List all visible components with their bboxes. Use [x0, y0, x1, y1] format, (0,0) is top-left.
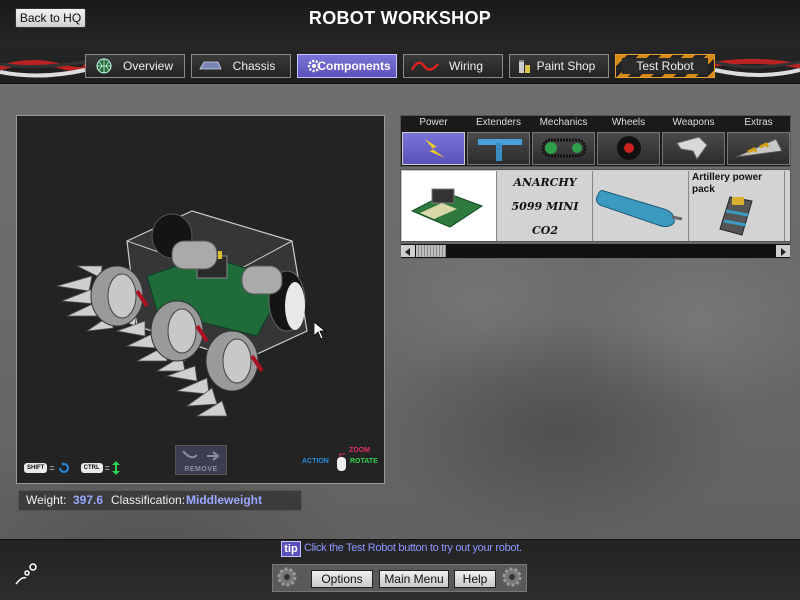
header-bar: Back to HQ ROBOT WORKSHOP Overview Chass… [0, 0, 800, 84]
classification-value: Middleweight [186, 493, 262, 507]
category-power[interactable]: Power [401, 116, 466, 166]
category-wheels[interactable]: Wheels [596, 116, 661, 166]
scroll-right-arrow-icon[interactable] [776, 245, 790, 257]
category-extras[interactable]: Extras [726, 116, 791, 166]
category-label: Extras [744, 117, 773, 128]
category-mechanics[interactable]: Mechanics [531, 116, 596, 166]
parts-scrollbar[interactable] [400, 243, 791, 259]
tip-text: Click the Test Robot button to try out y… [304, 542, 522, 554]
tab-label: Overview [122, 59, 173, 73]
tab-label: Components [317, 59, 391, 73]
wheel-icon [617, 136, 641, 160]
chain-drive-icon [541, 138, 587, 158]
remove-part-button[interactable]: REMOVE [175, 445, 227, 475]
classification-label: Classification: [111, 493, 186, 507]
circuit-board-icon [410, 188, 484, 228]
help-button[interactable]: Help [454, 570, 496, 588]
category-label: Wheels [611, 117, 646, 128]
blade-icon [676, 136, 708, 160]
category-tile [662, 132, 725, 165]
tab-label: Wiring [448, 59, 483, 73]
mouse-controls-hint: ACTION ZOOM ROTATE [302, 447, 384, 479]
tab-wiring[interactable]: Wiring [403, 54, 503, 78]
t-bar-icon [478, 139, 522, 161]
gas-cylinder-icon [595, 190, 683, 228]
anarchy-co2-logo-text: ANARCHY 5099 MINI CO2 [511, 176, 579, 237]
category-label: Extenders [475, 117, 522, 128]
category-tile [532, 132, 595, 165]
game-logo-icon [15, 563, 37, 585]
category-tile [402, 132, 465, 165]
rotate-label: ROTATE [350, 458, 378, 465]
part-item-partial[interactable] [786, 171, 790, 241]
ctrl-key: CTRL [80, 463, 103, 473]
remove-label: REMOVE [184, 466, 218, 473]
category-weapons[interactable]: Weapons [661, 116, 726, 166]
lightning-icon [425, 139, 445, 158]
part-item-circuit-board[interactable] [402, 171, 497, 241]
vertical-move-arrow-icon [111, 461, 120, 475]
scrollbar-thumb[interactable] [416, 245, 446, 257]
weight-label: Weight: [26, 493, 67, 507]
left-gear-icon [277, 567, 297, 587]
category-tile [597, 132, 660, 165]
shift-key: SHIFT [24, 463, 48, 473]
tab-components[interactable]: Components [297, 54, 397, 78]
robot-3d-viewport[interactable]: SHIFT = CTRL = REMOVE ACTION ZOOM ROTATE [16, 115, 385, 484]
category-tile [467, 132, 530, 165]
remove-arrow-icon [182, 450, 220, 461]
category-label: Power [419, 117, 448, 128]
part-item-gas-cylinder[interactable] [594, 171, 689, 241]
tab-label: Paint Shop [536, 59, 596, 73]
mouse-cursor-icon [314, 322, 326, 340]
category-label: Weapons [672, 117, 715, 128]
weight-value: 397.6 [73, 493, 104, 507]
test-robot-button[interactable]: Test Robot [615, 54, 715, 78]
part-item-artillery-power-pack[interactable]: Artillery power pack [690, 171, 785, 241]
main-menu-button[interactable]: Main Menu [379, 570, 449, 588]
power-pack-icon [719, 196, 753, 236]
right-gear-icon [502, 567, 522, 587]
shift-rotate-hint: SHIFT = CTRL = [24, 461, 120, 475]
equals-sign: = [104, 463, 110, 473]
mouse-icon [337, 453, 346, 471]
part-category-bar: Power Extenders Mechanics Wheels Weapons… [400, 115, 791, 167]
action-label: ACTION [302, 458, 329, 465]
tab-label: Test Robot [622, 58, 708, 74]
zoom-label: ZOOM [349, 447, 370, 454]
rotate-arrow-icon [58, 462, 69, 473]
category-label: Mechanics [539, 117, 588, 128]
scroll-left-arrow-icon[interactable] [401, 245, 415, 257]
tab-paint-shop[interactable]: Paint Shop [509, 54, 609, 78]
tab-chassis[interactable]: Chassis [191, 54, 291, 78]
options-button[interactable]: Options [311, 570, 373, 588]
part-item-anarchy-co2[interactable]: ANARCHY 5099 MINI CO2 [498, 171, 593, 241]
back-to-hq-button[interactable]: Back to HQ [15, 8, 86, 28]
parts-list: ANARCHY 5099 MINI CO2 Artillery power pa… [400, 169, 791, 242]
tab-overview[interactable]: Overview [85, 54, 185, 78]
robot-stats-bar: Weight: 397.6 Classification: Middleweig… [18, 490, 302, 511]
wedge-icon [735, 138, 783, 158]
tab-label: Chassis [232, 59, 276, 73]
equals-sign: = [49, 463, 55, 473]
category-extenders[interactable]: Extenders [466, 116, 531, 166]
page-title: ROBOT WORKSHOP [308, 8, 492, 28]
tip-badge: tip [281, 541, 301, 557]
category-tile [727, 132, 790, 165]
main-menu-strip: Options Main Menu Help [272, 564, 527, 592]
robot-model [56, 210, 308, 417]
